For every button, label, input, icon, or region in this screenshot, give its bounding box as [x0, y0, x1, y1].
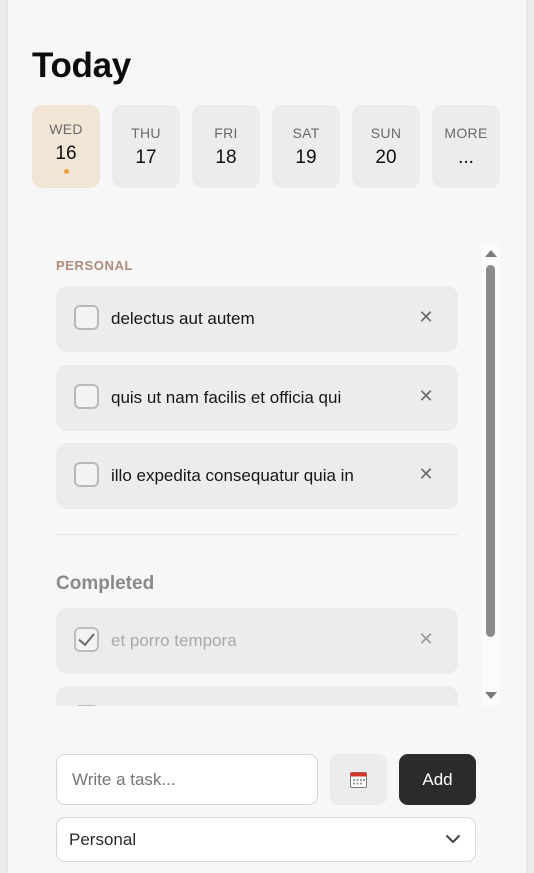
delete-task-icon[interactable]: ✕: [416, 386, 436, 406]
list-scrollbar[interactable]: [482, 244, 499, 706]
day-sat[interactable]: SAT 19: [272, 105, 340, 188]
today-indicator-dot: [63, 169, 69, 174]
scroll-down-arrow-icon[interactable]: [485, 692, 497, 699]
date-picker-button[interactable]: [330, 754, 387, 805]
day-fri[interactable]: FRI 18: [192, 105, 260, 188]
chevron-down-icon: [446, 835, 460, 843]
day-number: 18: [215, 147, 237, 168]
day-name: SUN: [370, 125, 402, 141]
day-name: WED: [49, 121, 83, 137]
delete-task-icon[interactable]: ✕: [416, 307, 436, 327]
task-checkbox[interactable]: [74, 305, 99, 330]
add-task-button[interactable]: Add: [399, 754, 476, 805]
task-list-scroll-area[interactable]: PERSONAL delectus aut autem ✕ quis ut na…: [32, 244, 500, 706]
category-label: PERSONAL: [56, 258, 134, 273]
task-item: delectus aut autem ✕: [56, 286, 458, 352]
day-name: SAT: [292, 125, 320, 141]
task-checkbox[interactable]: [74, 462, 99, 487]
day-number: 17: [135, 147, 157, 168]
day-name: FRI: [214, 125, 238, 141]
task-checkbox[interactable]: [74, 384, 99, 409]
category-select-value: Personal: [69, 829, 137, 849]
day-number: 19: [295, 147, 317, 168]
completed-task-item: et porro tempora ✕: [56, 608, 458, 674]
day-name: MORE: [444, 125, 488, 141]
task-checkbox-checked[interactable]: [74, 627, 99, 652]
page-title: Today: [32, 46, 131, 85]
day-wed[interactable]: WED 16: [32, 105, 100, 188]
day-number: 16: [55, 143, 77, 164]
delete-task-icon[interactable]: ✕: [416, 629, 436, 649]
category-select[interactable]: Personal: [56, 817, 476, 862]
scroll-up-arrow-icon[interactable]: [485, 250, 497, 257]
section-divider: [56, 534, 458, 535]
task-item: quis ut nam facilis et officia qui ✕: [56, 365, 458, 431]
day-sun[interactable]: SUN 20: [352, 105, 420, 188]
task-text: et porro tempora: [111, 631, 237, 650]
completed-task-item-partial: [56, 686, 458, 706]
delete-task-icon[interactable]: ✕: [416, 464, 436, 484]
task-text: delectus aut autem: [111, 309, 255, 328]
scrollbar-thumb[interactable]: [486, 265, 495, 637]
day-number: 20: [375, 147, 397, 168]
task-checkbox-checked[interactable]: [74, 705, 99, 706]
task-item: illo expedita consequatur quia in ✕: [56, 443, 458, 509]
day-selector: WED 16 THU 17 FRI 18 SAT 19 SUN 20 MORE …: [32, 105, 500, 188]
day-thu[interactable]: THU 17: [112, 105, 180, 188]
task-text: illo expedita consequatur quia in: [111, 466, 354, 485]
task-text: quis ut nam facilis et officia qui: [111, 388, 342, 407]
task-input[interactable]: [56, 754, 318, 805]
day-more[interactable]: MORE ...: [432, 105, 500, 188]
calendar-icon: [350, 772, 367, 788]
day-name: THU: [131, 125, 161, 141]
day-number: ...: [458, 147, 474, 168]
completed-heading: Completed: [56, 573, 155, 594]
